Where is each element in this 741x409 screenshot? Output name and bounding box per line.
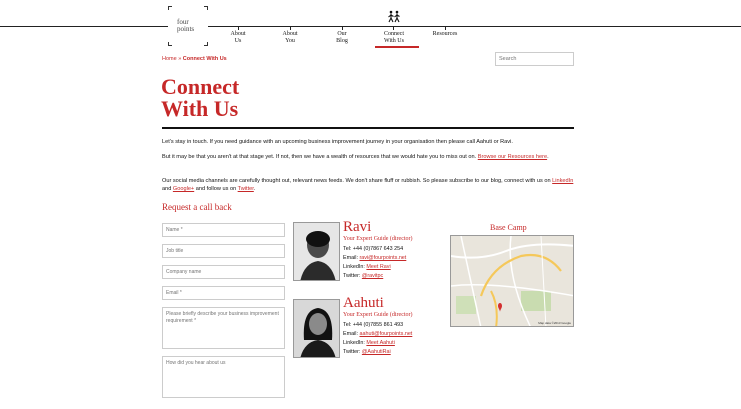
browse-resources-link[interactable]: Browse our Resources here <box>478 154 547 160</box>
breadcrumb-current: Connect With Us <box>182 56 227 62</box>
title-divider <box>162 127 574 129</box>
email-field[interactable] <box>162 286 285 300</box>
intro-paragraph-2: But it may be that you aren't at that st… <box>162 154 549 160</box>
name-field[interactable] <box>162 223 285 237</box>
request-callback-heading: Request a call back <box>162 202 232 212</box>
aahuti-email-line: Email: aahuti@fourpoints.net <box>343 331 413 337</box>
aahuti-linkedin-line: LinkedIn: Meet Aahuti <box>343 340 395 346</box>
hikers-icon <box>388 10 400 23</box>
ravi-role: Your Expert Guide (director) <box>343 236 413 242</box>
breadcrumb-separator: » <box>178 56 182 62</box>
breadcrumb: Home » Connect With Us <box>162 56 227 62</box>
job-title-field[interactable] <box>162 244 285 258</box>
ravi-tel: Tel: +44 (0)7867 643 254 <box>343 246 404 252</box>
linkedin-link[interactable]: LinkedIn <box>552 178 573 184</box>
nav-our-blog[interactable]: Our Blog <box>330 31 354 44</box>
aahuti-twitter-link[interactable]: @AahutiRai <box>362 349 391 355</box>
nav-connect-with-us[interactable]: Connect With Us <box>376 31 412 44</box>
breadcrumb-home[interactable]: Home <box>162 56 177 62</box>
nav-tick <box>342 26 343 30</box>
intro-paragraph-1: Let's stay in touch. If you need guidanc… <box>162 139 513 145</box>
aahuti-photo <box>293 299 340 358</box>
search-input[interactable] <box>495 52 574 66</box>
ravi-email-line: Email: ravi@fourpoints.net <box>343 255 407 261</box>
how-did-you-hear-textarea[interactable] <box>162 356 285 398</box>
aahuti-tel: Tel: +44 (0)7855 861 493 <box>343 322 404 328</box>
aahuti-email-link[interactable]: aahuti@fourpoints.net <box>359 331 412 337</box>
nav-tick <box>393 26 394 30</box>
base-camp-heading: Base Camp <box>490 223 527 232</box>
base-camp-map[interactable]: Map data ©2013 Google <box>450 235 574 327</box>
nav-tick <box>290 26 291 30</box>
googleplus-link[interactable]: Google+ <box>173 186 194 192</box>
nav-resources[interactable]: Resources <box>427 31 463 38</box>
aahuti-linkedin-link[interactable]: Meet Aahuti <box>366 340 394 346</box>
nav-tick <box>445 26 446 30</box>
twitter-link[interactable]: Twitter <box>238 186 254 192</box>
ravi-photo <box>293 222 340 281</box>
main-nav: About Us About You Our Blog Connect With Us … <box>0 31 741 51</box>
nav-about-you[interactable]: About You <box>278 31 302 44</box>
aahuti-twitter-line: Twitter: @AahutiRai <box>343 349 391 355</box>
ravi-linkedin-line: LinkedIn: Meet Ravi <box>343 264 391 270</box>
ravi-twitter-line: Twitter: @ravitpc <box>343 273 384 279</box>
logo-corner <box>204 6 208 10</box>
page-title: Connect With Us <box>161 74 240 121</box>
intro-paragraph-3: Our social media channels are carefully … <box>162 178 574 192</box>
aahuti-role: Your Expert Guide (director) <box>343 312 413 318</box>
nav-tick <box>238 26 239 30</box>
ravi-email-link[interactable]: ravi@fourpoints.net <box>359 255 406 261</box>
map-graphic <box>451 236 573 326</box>
ravi-linkedin-link[interactable]: Meet Ravi <box>366 264 390 270</box>
header-rule <box>0 26 741 27</box>
map-credit: Map data ©2013 Google <box>538 321 571 325</box>
logo-corner <box>168 6 172 10</box>
company-name-field[interactable] <box>162 265 285 279</box>
ravi-twitter-link[interactable]: @ravitpc <box>362 273 383 279</box>
aahuti-name: Aahuti <box>343 295 384 311</box>
ravi-name: Ravi <box>343 219 372 235</box>
nav-active-indicator <box>375 46 419 48</box>
nav-about-us[interactable]: About Us <box>226 31 250 44</box>
requirement-textarea[interactable] <box>162 307 285 349</box>
